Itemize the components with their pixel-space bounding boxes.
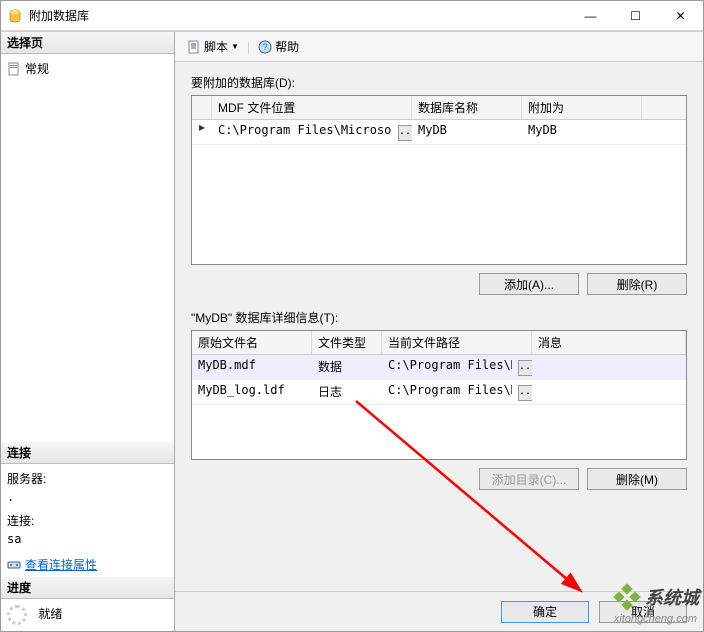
add-database-button[interactable]: 添加(A)... [479, 273, 579, 295]
col-mdf-location[interactable]: MDF 文件位置 [212, 96, 412, 119]
sidebar-item-general[interactable]: 常规 [7, 58, 168, 79]
col-attach-as[interactable]: 附加为 [522, 96, 642, 119]
script-button[interactable]: 脚本 ▼ [183, 36, 243, 57]
connection-label: 连接: [7, 510, 168, 531]
table-row[interactable]: MyDB.mdf 数据 C:\Program Files\M... ... [192, 355, 686, 380]
window-title: 附加数据库 [29, 7, 568, 24]
page-icon [7, 62, 21, 76]
col-file-type[interactable]: 文件类型 [312, 331, 382, 354]
databases-to-attach-label: 要附加的数据库(D): [191, 74, 687, 91]
view-connection-props-link[interactable]: 查看连接属性 [25, 556, 97, 573]
toolbar: 脚本 ▼ | ? 帮助 [175, 32, 703, 62]
svg-text:?: ? [263, 42, 268, 52]
table-row[interactable]: MyDB_log.ldf 日志 C:\Program Files\M... ..… [192, 380, 686, 405]
browse-mdf-button[interactable]: ... [398, 125, 412, 141]
help-button[interactable]: ? 帮助 [254, 36, 303, 57]
titlebar: 附加数据库 — ☐ ✕ [1, 1, 703, 31]
database-details-label: "MyDB" 数据库详细信息(T): [191, 309, 687, 326]
remove-file-button[interactable]: 删除(M) [587, 468, 687, 490]
server-label: 服务器: [7, 468, 168, 489]
server-value: . [7, 489, 168, 510]
progress-header: 进度 [1, 577, 174, 599]
attach-database-dialog: 附加数据库 — ☐ ✕ 选择页 常规 连接 服务器: . 连接: [0, 0, 704, 632]
progress-status: 就绪 [38, 607, 62, 621]
row-selector-icon: ▸ [192, 120, 212, 144]
dropdown-arrow-icon: ▼ [231, 42, 239, 51]
col-message[interactable]: 消息 [532, 331, 686, 354]
remove-database-button[interactable]: 删除(R) [587, 273, 687, 295]
databases-grid[interactable]: MDF 文件位置 数据库名称 附加为 ▸ C:\Program Files\Mi… [191, 95, 687, 265]
database-icon [7, 8, 23, 24]
select-page-header: 选择页 [1, 32, 174, 54]
col-original-filename[interactable]: 原始文件名 [192, 331, 312, 354]
close-button[interactable]: ✕ [658, 1, 703, 30]
add-directory-button: 添加目录(C)... [479, 468, 579, 490]
script-icon [187, 40, 201, 54]
connection-header: 连接 [1, 442, 174, 464]
sidebar-item-label: 常规 [25, 60, 49, 77]
minimize-button[interactable]: — [568, 1, 613, 30]
browse-path-button[interactable]: ... [518, 360, 532, 376]
watermark-url: xitongcheng.com [614, 613, 697, 625]
sidebar: 选择页 常规 连接 服务器: . 连接: sa [1, 32, 175, 631]
browse-path-button[interactable]: ... [518, 385, 532, 401]
details-grid[interactable]: 原始文件名 文件类型 当前文件路径 消息 MyDB.mdf 数据 C:\Prog… [191, 330, 687, 460]
dialog-footer: 确定 取消 [175, 591, 703, 631]
progress-spinner-icon [7, 605, 27, 625]
col-current-path[interactable]: 当前文件路径 [382, 331, 532, 354]
col-db-name[interactable]: 数据库名称 [412, 96, 522, 119]
maximize-button[interactable]: ☐ [613, 1, 658, 30]
ok-button[interactable]: 确定 [501, 601, 589, 623]
help-icon: ? [258, 40, 272, 54]
connection-icon [7, 558, 21, 572]
titlebar-controls: — ☐ ✕ [568, 1, 703, 30]
table-row[interactable]: ▸ C:\Program Files\Microsoft ... ... MyD… [192, 120, 686, 145]
connection-value: sa [7, 531, 168, 552]
content-pane: 脚本 ▼ | ? 帮助 要附加的数据库(D): MDF 文件位置 [175, 32, 703, 631]
main-area: 选择页 常规 连接 服务器: . 连接: sa [1, 31, 703, 631]
